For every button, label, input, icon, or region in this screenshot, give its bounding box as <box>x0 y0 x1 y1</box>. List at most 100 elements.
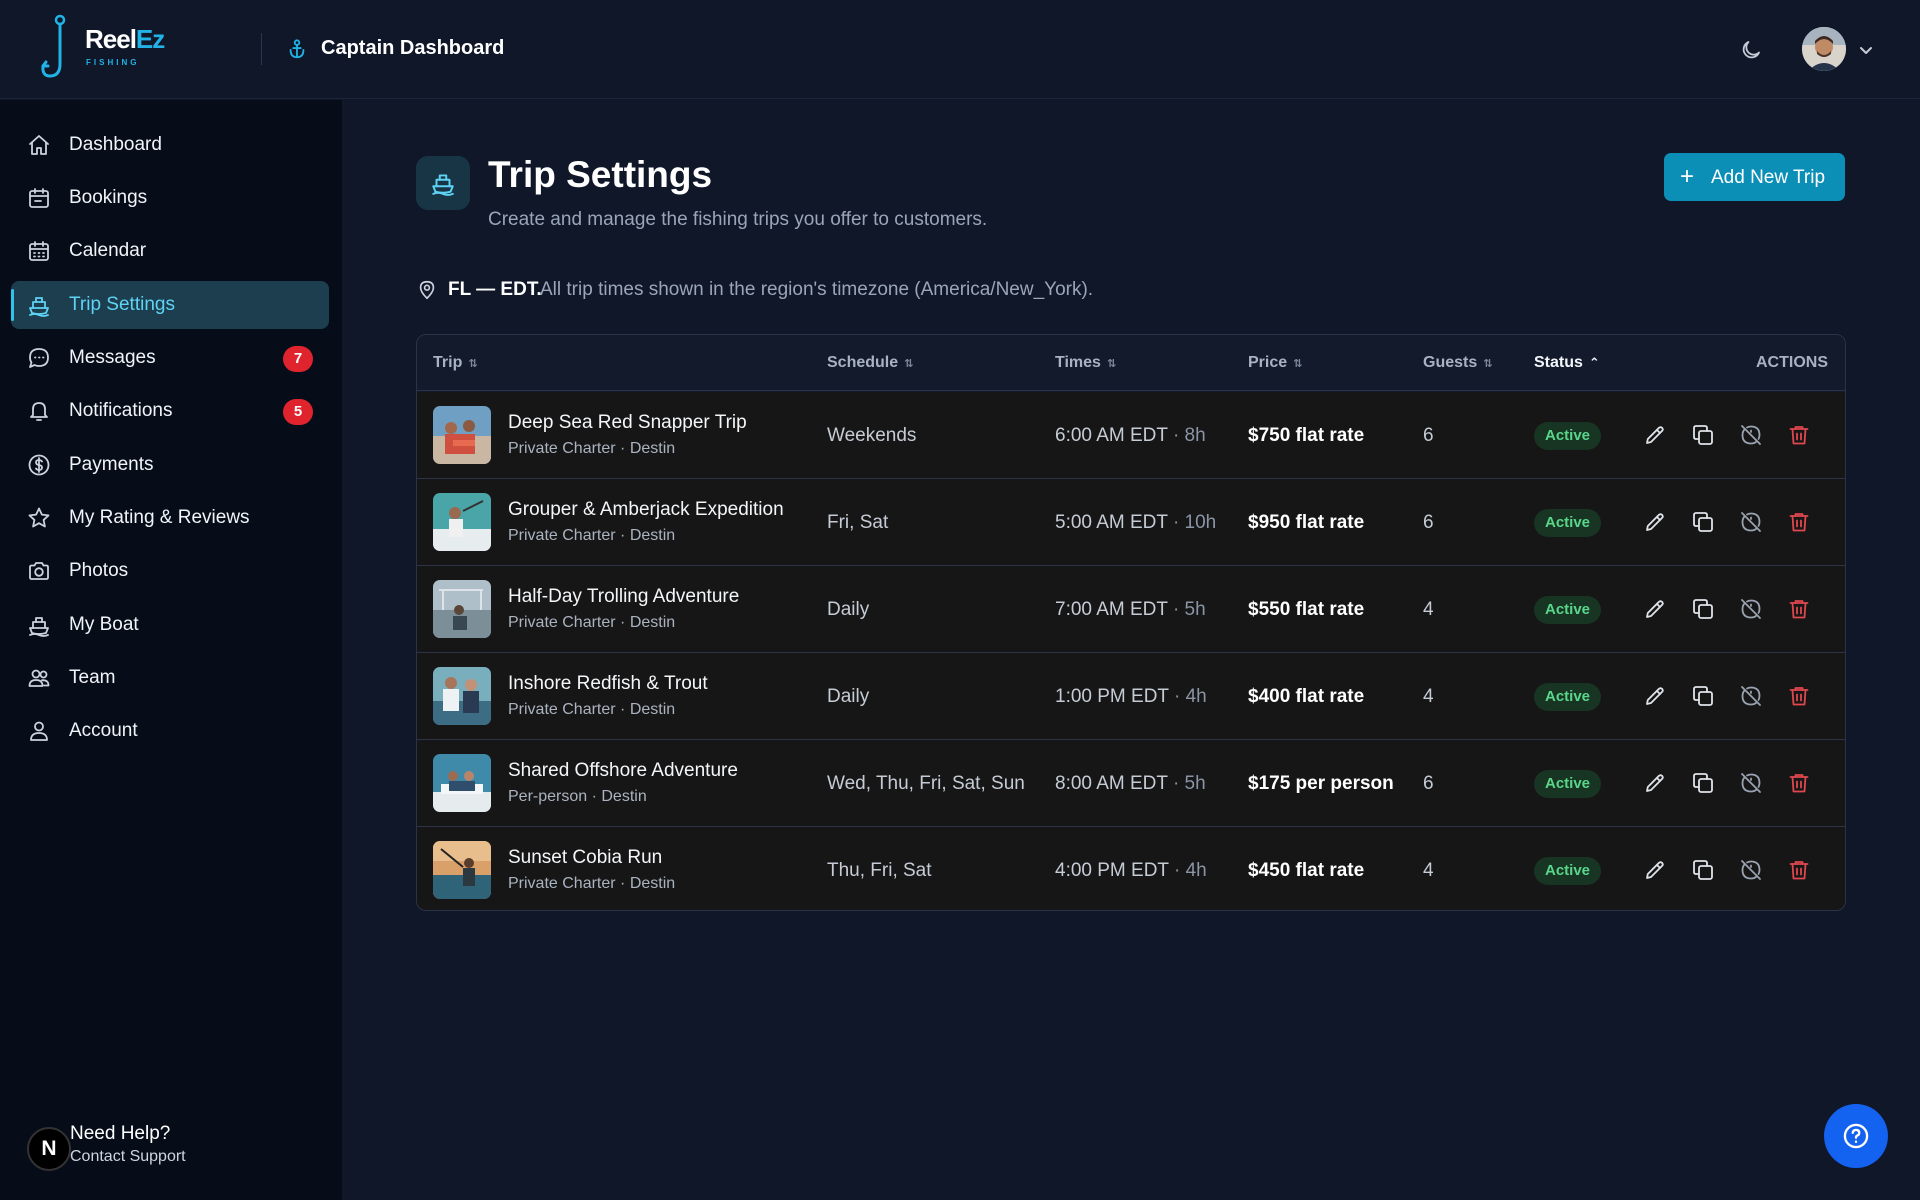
column-header-trip[interactable]: Trip ⇅ <box>433 354 478 372</box>
column-header-status[interactable]: Status ⌃ <box>1534 354 1600 372</box>
duplicate-icon[interactable] <box>1691 771 1715 795</box>
trip-type-location: Private Charter · Destin <box>508 527 676 544</box>
camera-icon <box>29 562 49 580</box>
sidebar-item-label: Photos <box>69 560 129 581</box>
sidebar-item-dashboard[interactable]: Dashboard <box>11 121 329 169</box>
chevron-down-icon[interactable] <box>1856 40 1876 60</box>
duplicate-icon[interactable] <box>1691 684 1715 708</box>
trip-price: $400 flat rate <box>1248 686 1365 707</box>
deactivate-timer-off-icon[interactable] <box>1739 684 1763 708</box>
table-row[interactable]: Grouper & Amberjack Expedition Private C… <box>417 479 1845 566</box>
sidebar-item-trip-settings[interactable]: Trip Settings <box>11 281 329 329</box>
home-icon <box>29 135 49 155</box>
delete-trash-icon[interactable] <box>1787 597 1811 621</box>
deactivate-timer-off-icon[interactable] <box>1739 423 1763 447</box>
column-header-schedule[interactable]: Schedule ⇅ <box>827 354 913 372</box>
status-badge: Active <box>1534 596 1602 624</box>
trip-guests: 4 <box>1423 599 1434 620</box>
column-header-price[interactable]: Price ⇅ <box>1248 354 1302 372</box>
duplicate-icon[interactable] <box>1691 597 1715 621</box>
sort-icon: ⇅ <box>468 358 478 370</box>
sidebar-item-bookings[interactable]: Bookings <box>11 174 329 222</box>
delete-trash-icon[interactable] <box>1787 423 1811 447</box>
sidebar-item-account[interactable]: Account <box>11 707 329 755</box>
sidebar-item-ratings-reviews[interactable]: My Rating & Reviews <box>11 494 329 542</box>
sidebar-item-label: My Rating & Reviews <box>69 507 250 528</box>
deactivate-timer-off-icon[interactable] <box>1739 597 1763 621</box>
duplicate-icon[interactable] <box>1691 510 1715 534</box>
sidebar-item-label: Trip Settings <box>69 294 175 315</box>
edit-pencil-icon[interactable] <box>1643 771 1667 795</box>
deactivate-timer-off-icon[interactable] <box>1739 771 1763 795</box>
users-icon <box>28 669 50 687</box>
status-badge: Active <box>1534 683 1602 711</box>
sidebar-item-messages[interactable]: Messages 7 <box>11 334 329 382</box>
dashboard-title: Captain Dashboard <box>321 37 505 59</box>
sidebar-item-payments[interactable]: Payments <box>11 441 329 489</box>
table-row[interactable]: Deep Sea Red Snapper Trip Private Charte… <box>417 392 1845 479</box>
chat-bubble-icon <box>29 348 49 368</box>
trip-schedule: Daily <box>827 686 870 707</box>
trip-price: $175 per person <box>1248 773 1394 794</box>
edit-pencil-icon[interactable] <box>1643 510 1667 534</box>
trip-name: Inshore Redfish & Trout <box>508 673 708 694</box>
sidebar-item-calendar[interactable]: Calendar <box>11 227 329 275</box>
edit-pencil-icon[interactable] <box>1643 597 1667 621</box>
trip-thumbnail <box>433 754 491 812</box>
sidebar-item-my-boat[interactable]: My Boat <box>11 601 329 649</box>
column-header-times[interactable]: Times ⇅ <box>1055 354 1116 372</box>
trip-type-location: Private Charter · Destin <box>508 875 676 892</box>
sidebar-item-label: Notifications <box>69 400 173 421</box>
moon-icon[interactable] <box>1739 38 1763 62</box>
sidebar-item-team[interactable]: Team <box>11 654 329 702</box>
duplicate-icon[interactable] <box>1691 423 1715 447</box>
sort-icon: ⇅ <box>1483 358 1493 370</box>
sidebar-item-label: Bookings <box>69 187 148 208</box>
trip-type-location: Private Charter · Destin <box>508 614 676 631</box>
column-header-guests[interactable]: Guests ⇅ <box>1423 354 1492 372</box>
sidebar-item-label: Calendar <box>69 240 147 261</box>
deactivate-timer-off-icon[interactable] <box>1739 510 1763 534</box>
sidebar: Dashboard Bookings Calendar Trip Setting… <box>0 100 342 1200</box>
trip-time: 8:00 AM EDT · 5h <box>1055 773 1206 794</box>
contact-support-link[interactable]: Contact Support <box>70 1148 186 1166</box>
sidebar-item-notifications[interactable]: Notifications 5 <box>11 387 329 435</box>
edit-pencil-icon[interactable] <box>1643 423 1667 447</box>
delete-trash-icon[interactable] <box>1787 771 1811 795</box>
deactivate-timer-off-icon[interactable] <box>1739 858 1763 882</box>
star-icon <box>28 507 50 528</box>
table-header: Trip ⇅ Schedule ⇅ Times ⇅ Price ⇅ Guests ⇅ St… <box>417 335 1845 391</box>
anchor-icon <box>289 39 305 59</box>
help-title: Need Help? <box>70 1123 171 1144</box>
edit-pencil-icon[interactable] <box>1643 858 1667 882</box>
reelez-logo[interactable]: ReelEz FISHING <box>40 14 180 84</box>
delete-trash-icon[interactable] <box>1787 684 1811 708</box>
table-row[interactable]: Sunset Cobia Run Private Charter · Desti… <box>417 827 1845 910</box>
avatar[interactable] <box>1802 27 1846 71</box>
edit-pencil-icon[interactable] <box>1643 684 1667 708</box>
trip-thumbnail <box>433 493 491 551</box>
trip-schedule: Fri, Sat <box>827 512 889 533</box>
sidebar-item-label: Dashboard <box>69 134 162 155</box>
top-bar: ReelEz FISHING Captain Dashboard <box>0 0 1920 99</box>
table-row[interactable]: Shared Offshore Adventure Per-person · D… <box>417 740 1845 827</box>
trip-name: Shared Offshore Adventure <box>508 760 738 781</box>
help-contact-support[interactable]: N Need Help? Contact Support <box>24 1121 324 1181</box>
avatar-image <box>1802 27 1846 71</box>
sidebar-item-label: Messages <box>69 347 156 368</box>
add-new-trip-button[interactable]: + Add New Trip <box>1664 153 1845 201</box>
table-row[interactable]: Half-Day Trolling Adventure Private Char… <box>417 566 1845 653</box>
sidebar-item-photos[interactable]: Photos <box>11 547 329 595</box>
page-subtitle: Create and manage the fishing trips you … <box>488 209 988 230</box>
unread-count-badge: 7 <box>283 346 313 372</box>
delete-trash-icon[interactable] <box>1787 510 1811 534</box>
delete-trash-icon[interactable] <box>1787 858 1811 882</box>
trip-guests: 4 <box>1423 860 1434 881</box>
logo-text: ReelEz <box>85 24 165 54</box>
duplicate-icon[interactable] <box>1691 858 1715 882</box>
help-fab-button[interactable] <box>1824 1104 1888 1168</box>
table-row[interactable]: Inshore Redfish & Trout Private Charter … <box>417 653 1845 740</box>
trip-name: Grouper & Amberjack Expedition <box>508 499 784 520</box>
user-icon <box>30 721 48 741</box>
trip-type-location: Private Charter · Destin <box>508 440 676 457</box>
